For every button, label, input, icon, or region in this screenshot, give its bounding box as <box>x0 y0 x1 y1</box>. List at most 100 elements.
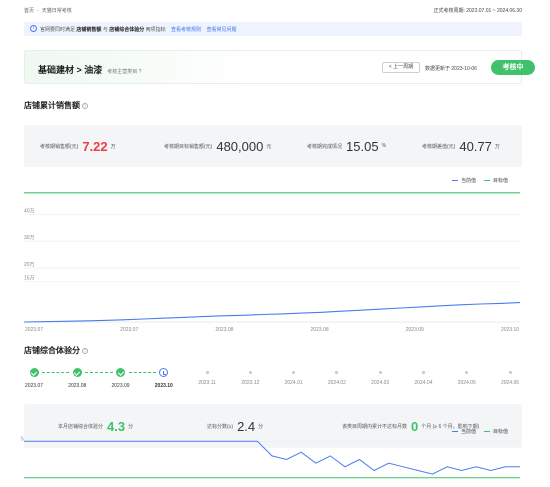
assessment-status-button[interactable]: 考核中 <box>491 60 535 75</box>
stat-value: 0 <box>411 418 419 434</box>
breadcrumb-current: 天猫日常考核 <box>41 8 72 14</box>
timeline-label: 2024.05 <box>457 380 476 386</box>
stat-value: 7.22 <box>82 138 108 154</box>
stat-label: 考核期销售额(元) <box>40 143 79 150</box>
top-bar: 首页 › 天猫日常考核 正式考核周期: 2023.07.01 ~ 2024.06.3… <box>0 0 550 20</box>
timeline-month-2024.05[interactable]: 2024.05 <box>447 368 487 386</box>
info-icon: i <box>30 25 37 32</box>
check-circle-icon <box>29 368 39 377</box>
score-section-title: 店铺综合体验分? <box>24 345 88 356</box>
timeline-month-2024.03[interactable]: 2024.03 <box>360 368 400 386</box>
sales-line-chart: 15万 20万 30万 40万 2023.07 2023.07 2023.08 2023.08… <box>23 192 521 333</box>
dot-icon <box>292 371 296 374</box>
stat-value: 2.4 <box>237 418 256 434</box>
dot-icon <box>421 371 425 374</box>
timeline-month-2023.08[interactable]: 2023.08 <box>57 368 97 389</box>
stat-target-sales: 考核期目标销售额(元) 480,000 元 <box>164 125 271 167</box>
notice-text: 官网要同时满足 店铺销售额 与 店铺综合体验分 两项指标 查看考核规则 查看常见… <box>40 26 236 33</box>
notice-suffix: 两项指标 <box>145 27 166 33</box>
score-title-text: 店铺综合体验分 <box>24 346 80 355</box>
stat-unit: 万 <box>494 143 500 150</box>
category-name: 基础建材 > 油漆 <box>38 65 103 75</box>
x-tick-label: 2023.08 <box>215 327 233 333</box>
timeline-month-2024.02[interactable]: 2024.02 <box>317 368 357 386</box>
timeline-label: 2024.03 <box>371 380 390 386</box>
dot-icon <box>465 371 469 374</box>
timeline-label: 2023.07 <box>24 383 44 389</box>
timeline-month-2023.11[interactable]: 2023.11 <box>187 368 227 386</box>
stat-label: 考核期完成情况 <box>307 143 343 150</box>
series-line-当前值 <box>24 440 520 475</box>
timeline-month-2024.04[interactable]: 2024.04 <box>403 368 443 386</box>
stat-label: 本月店铺综合体验分 <box>58 423 104 430</box>
chevron-right-icon: › <box>37 8 39 14</box>
notice-and: 与 <box>102 27 108 33</box>
check-circle-icon <box>72 368 82 377</box>
timeline-month-2023.09[interactable]: 2023.09 <box>101 368 141 389</box>
timeline-label: 2023.08 <box>68 383 87 389</box>
stat-unit: 分 <box>258 423 264 430</box>
notice-bar: i 官网要同时满足 店铺销售额 与 店铺综合体验分 两项指标 查看考核规则 查看… <box>24 22 522 36</box>
x-tick-label: 2023.10 <box>501 327 519 333</box>
timeline-month-2023.07[interactable]: 2023.07 <box>14 368 54 389</box>
view-rules-link[interactable]: 查看考核规则 <box>171 27 201 33</box>
notice-item-score: 店铺综合体验分 <box>109 27 145 33</box>
timeline-label: 2023.11 <box>198 380 216 386</box>
score-line-chart: 5 <box>21 436 520 479</box>
y-tick-label: 30万 <box>24 235 35 241</box>
stat-value: 4.3 <box>107 418 126 434</box>
clock-icon <box>159 368 169 377</box>
stat-gap: 考核期差值(元) 40.77 万 <box>422 125 500 167</box>
category-sub-label: 考核主营类目 <box>107 69 138 75</box>
timeline-month-2023.12[interactable]: 2023.12 <box>230 368 270 386</box>
stat-completion: 考核期完成情况 15.05 % <box>307 125 386 167</box>
timeline-month-2024.01[interactable]: 2024.01 <box>274 368 314 386</box>
category-card: 基础建材 > 油漆 考核主营类目 ? < 上一周期 数据更新于 2023-10-0… <box>24 50 535 84</box>
stat-label: 考核期差值(元) <box>422 143 456 150</box>
view-faq-link[interactable]: 查看常见问题 <box>206 27 236 33</box>
stat-unit: 元 <box>266 143 272 150</box>
timeline-label: 2024.02 <box>327 380 346 386</box>
x-tick-label: 2023.07 <box>120 327 138 333</box>
stat-label: 达标分数(≥) <box>207 423 234 430</box>
timeline-label: 2023.10 <box>154 383 173 389</box>
timeline-month-2024.06[interactable]: 2024.06 <box>490 368 530 386</box>
timeline-label: 2024.04 <box>414 380 433 386</box>
series-line-当前值 <box>23 302 521 323</box>
stat-unit: 万 <box>110 143 116 150</box>
timeline-label: 2023.09 <box>111 383 130 389</box>
y-tick-label: 5 <box>21 436 24 442</box>
breadcrumb: 首页 › 天猫日常考核 <box>24 7 72 14</box>
help-icon[interactable]: ? <box>82 102 88 109</box>
notice-prefix: 官网要同时满足 <box>40 27 76 33</box>
dot-icon <box>248 371 252 374</box>
help-icon[interactable]: ? <box>82 347 88 354</box>
sales-section-title: 店铺累计销售额? <box>24 100 88 111</box>
timeline-label: 2023.12 <box>241 380 260 386</box>
breadcrumb-home[interactable]: 首页 <box>24 8 34 14</box>
stat-value: 40.77 <box>459 138 492 154</box>
dot-icon <box>335 371 339 374</box>
y-tick-label: 40万 <box>24 208 35 214</box>
legend-current-swatch <box>452 430 458 433</box>
notice-item-sales: 店铺销售额 <box>76 27 102 33</box>
x-tick-label: 2023.08 <box>311 327 329 333</box>
help-icon[interactable]: ? <box>139 69 142 75</box>
stat-label: 该类目周期内累计不达标月数 <box>342 423 408 430</box>
dot-icon <box>378 371 382 374</box>
data-updated-text: 数据更新于 2023-10-06 <box>425 66 477 72</box>
stat-unit: 分 <box>128 423 134 430</box>
legend-target-swatch <box>484 430 491 433</box>
timeline-label: 2024.06 <box>500 380 520 386</box>
check-circle-icon <box>116 368 126 377</box>
prev-period-button[interactable]: < 上一周期 <box>382 62 420 73</box>
timeline-month-2023.10[interactable]: 2023.10 <box>144 368 184 389</box>
y-tick-label: 20万 <box>24 262 35 268</box>
stat-value: 15.05 <box>346 138 379 154</box>
sales-title-text: 店铺累计销售额 <box>24 101 80 110</box>
assessment-period: 正式考核周期: 2023.07.01 ~ 2024.06.30 <box>433 8 522 14</box>
dot-icon <box>508 371 512 374</box>
y-tick-label: 15万 <box>24 276 35 282</box>
stat-unit: % <box>381 143 387 149</box>
sales-stats-box: 考核期销售额(元) 7.22 万 考核期目标销售额(元) 480,000 元 考… <box>24 125 522 167</box>
